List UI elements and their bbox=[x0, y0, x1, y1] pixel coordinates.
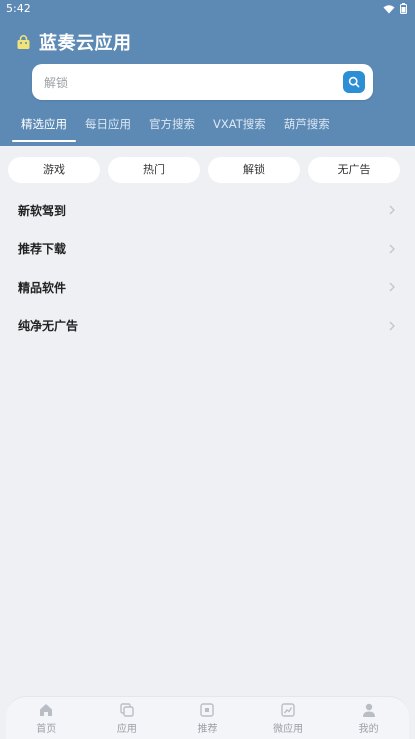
app-header: 5:42 蓝奏云应用 精 bbox=[0, 0, 415, 146]
nav-apps[interactable]: 应用 bbox=[87, 697, 168, 739]
chip-no-ads[interactable]: 无广告 bbox=[308, 157, 400, 183]
search-input[interactable] bbox=[42, 64, 336, 102]
chip-popular[interactable]: 热门 bbox=[108, 157, 200, 183]
chevron-right-icon bbox=[389, 244, 395, 254]
status-time: 5:42 bbox=[6, 2, 31, 15]
list-item-premium-software[interactable]: 精品软件 bbox=[0, 268, 415, 307]
nav-label: 推荐 bbox=[197, 724, 218, 735]
nav-label: 应用 bbox=[116, 724, 137, 735]
nav-label: 首页 bbox=[36, 724, 57, 735]
chip-unlock[interactable]: 解锁 bbox=[208, 157, 300, 183]
category-chips: 游戏 热门 解锁 无广告 bbox=[8, 157, 400, 183]
list-item-label: 纯净无广告 bbox=[18, 319, 79, 334]
nav-micro-apps[interactable]: 微应用 bbox=[248, 697, 329, 739]
shopping-bag-icon bbox=[17, 34, 30, 49]
battery-icon bbox=[400, 3, 407, 14]
nav-home[interactable]: 首页 bbox=[6, 697, 87, 739]
bottom-nav: 首页 应用 推荐 微应用 我的 bbox=[6, 696, 409, 739]
list-item-label: 精品软件 bbox=[18, 280, 67, 295]
apps-icon bbox=[120, 703, 134, 717]
nav-label: 我的 bbox=[358, 724, 379, 735]
status-bar: 5:42 bbox=[0, 0, 415, 18]
chevron-right-icon bbox=[389, 205, 395, 215]
tab-hulu-search[interactable]: 葫芦搜索 bbox=[275, 112, 339, 142]
tab-vxat-search[interactable]: VXAT搜索 bbox=[204, 112, 275, 142]
chevron-right-icon bbox=[389, 282, 395, 292]
list-item-label: 推荐下载 bbox=[18, 242, 67, 257]
nav-label: 微应用 bbox=[273, 724, 304, 735]
chip-games[interactable]: 游戏 bbox=[8, 157, 100, 183]
list-item-label: 新软驾到 bbox=[18, 203, 67, 218]
search-button[interactable] bbox=[343, 71, 365, 93]
tab-daily-apps[interactable]: 每日应用 bbox=[76, 112, 140, 142]
list-item-recommended-downloads[interactable]: 推荐下载 bbox=[0, 230, 415, 269]
nav-recommend[interactable]: 推荐 bbox=[167, 697, 248, 739]
nav-profile[interactable]: 我的 bbox=[328, 697, 409, 739]
wifi-icon bbox=[383, 4, 395, 13]
tab-featured-apps[interactable]: 精选应用 bbox=[12, 112, 76, 142]
home-icon bbox=[40, 704, 53, 716]
title-bar: 蓝奏云应用 bbox=[16, 29, 132, 55]
micro-app-icon bbox=[281, 703, 295, 717]
profile-icon bbox=[362, 703, 375, 717]
chevron-right-icon bbox=[389, 321, 395, 331]
tab-official-search[interactable]: 官方搜索 bbox=[140, 112, 204, 142]
list-item-new-arrivals[interactable]: 新软驾到 bbox=[0, 191, 415, 230]
search-icon bbox=[348, 76, 360, 88]
status-icons bbox=[383, 3, 407, 14]
list-item-ad-free[interactable]: 纯净无广告 bbox=[0, 307, 415, 346]
recommend-icon bbox=[200, 703, 215, 717]
search-bar bbox=[32, 64, 373, 102]
app-title: 蓝奏云应用 bbox=[39, 33, 132, 54]
category-list: 新软驾到 推荐下载 精品软件 纯净无广告 bbox=[0, 191, 415, 345]
tab-bar: 精选应用 每日应用 官方搜索 VXAT搜索 葫芦搜索 bbox=[12, 112, 339, 142]
